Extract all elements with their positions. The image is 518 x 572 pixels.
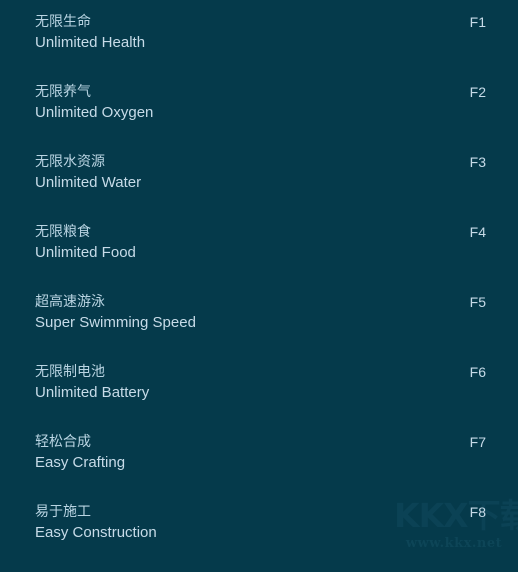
trainer-panel: KKX下载 www.kkx.net 无限生命 Unlimited Health … bbox=[0, 0, 518, 560]
cheat-row[interactable]: 易于施工 Easy Construction F8 bbox=[35, 502, 486, 572]
cheat-row[interactable]: 无限水资源 Unlimited Water F3 bbox=[35, 152, 486, 222]
cheat-name-cn: 无限生命 bbox=[35, 14, 91, 30]
cheat-name-en: Easy Crafting bbox=[35, 454, 126, 471]
cheat-name-en: Unlimited Battery bbox=[35, 384, 150, 401]
cheat-labels: 无限养气 Unlimited Oxygen bbox=[35, 82, 486, 123]
cheat-labels: 超高速游泳 Super Swimming Speed bbox=[35, 292, 486, 333]
cheat-row[interactable]: 无限制电池 Unlimited Battery F6 bbox=[35, 362, 486, 432]
cheat-name-en: Easy Construction bbox=[35, 524, 157, 541]
cheat-hotkey[interactable]: F1 bbox=[470, 12, 486, 32]
cheat-name-en: Unlimited Food bbox=[35, 244, 136, 261]
cheat-row[interactable]: 轻松合成 Easy Crafting F7 bbox=[35, 432, 486, 502]
cheat-hotkey[interactable]: F2 bbox=[470, 82, 486, 102]
cheat-hotkey[interactable]: F7 bbox=[470, 432, 486, 452]
cheat-row[interactable]: 无限养气 Unlimited Oxygen F2 bbox=[35, 82, 486, 152]
cheat-hotkey[interactable]: F6 bbox=[470, 362, 486, 382]
cheat-hotkey[interactable]: F3 bbox=[470, 152, 486, 172]
cheat-name-en: Super Swimming Speed bbox=[35, 314, 196, 331]
cheat-name-en: Unlimited Water bbox=[35, 174, 142, 191]
cheat-name-cn: 无限养气 bbox=[35, 84, 91, 100]
cheat-labels: 无限粮食 Unlimited Food bbox=[35, 222, 486, 263]
cheat-name-en: Unlimited Oxygen bbox=[35, 104, 154, 121]
cheat-name-cn: 超高速游泳 bbox=[35, 294, 105, 310]
cheat-name-cn: 无限制电池 bbox=[35, 364, 105, 380]
cheat-labels: 无限水资源 Unlimited Water bbox=[35, 152, 486, 193]
cheat-labels: 无限制电池 Unlimited Battery bbox=[35, 362, 486, 403]
cheat-hotkey[interactable]: F8 bbox=[470, 502, 486, 522]
cheat-row[interactable]: 无限粮食 Unlimited Food F4 bbox=[35, 222, 486, 292]
cheat-name-en: Unlimited Health bbox=[35, 34, 146, 51]
cheat-labels: 轻松合成 Easy Crafting bbox=[35, 432, 486, 473]
cheat-name-cn: 轻松合成 bbox=[35, 434, 91, 450]
cheat-list: 无限生命 Unlimited Health F1 无限养气 Unlimited … bbox=[0, 0, 518, 572]
cheat-row[interactable]: 超高速游泳 Super Swimming Speed F5 bbox=[35, 292, 486, 362]
cheat-name-cn: 无限水资源 bbox=[35, 154, 105, 170]
cheat-hotkey[interactable]: F5 bbox=[470, 292, 486, 312]
cheat-labels: 易于施工 Easy Construction bbox=[35, 502, 486, 543]
cheat-hotkey[interactable]: F4 bbox=[470, 222, 486, 242]
cheat-name-cn: 易于施工 bbox=[35, 504, 91, 520]
cheat-row[interactable]: 无限生命 Unlimited Health F1 bbox=[35, 12, 486, 82]
cheat-labels: 无限生命 Unlimited Health bbox=[35, 12, 486, 53]
cheat-name-cn: 无限粮食 bbox=[35, 224, 91, 240]
